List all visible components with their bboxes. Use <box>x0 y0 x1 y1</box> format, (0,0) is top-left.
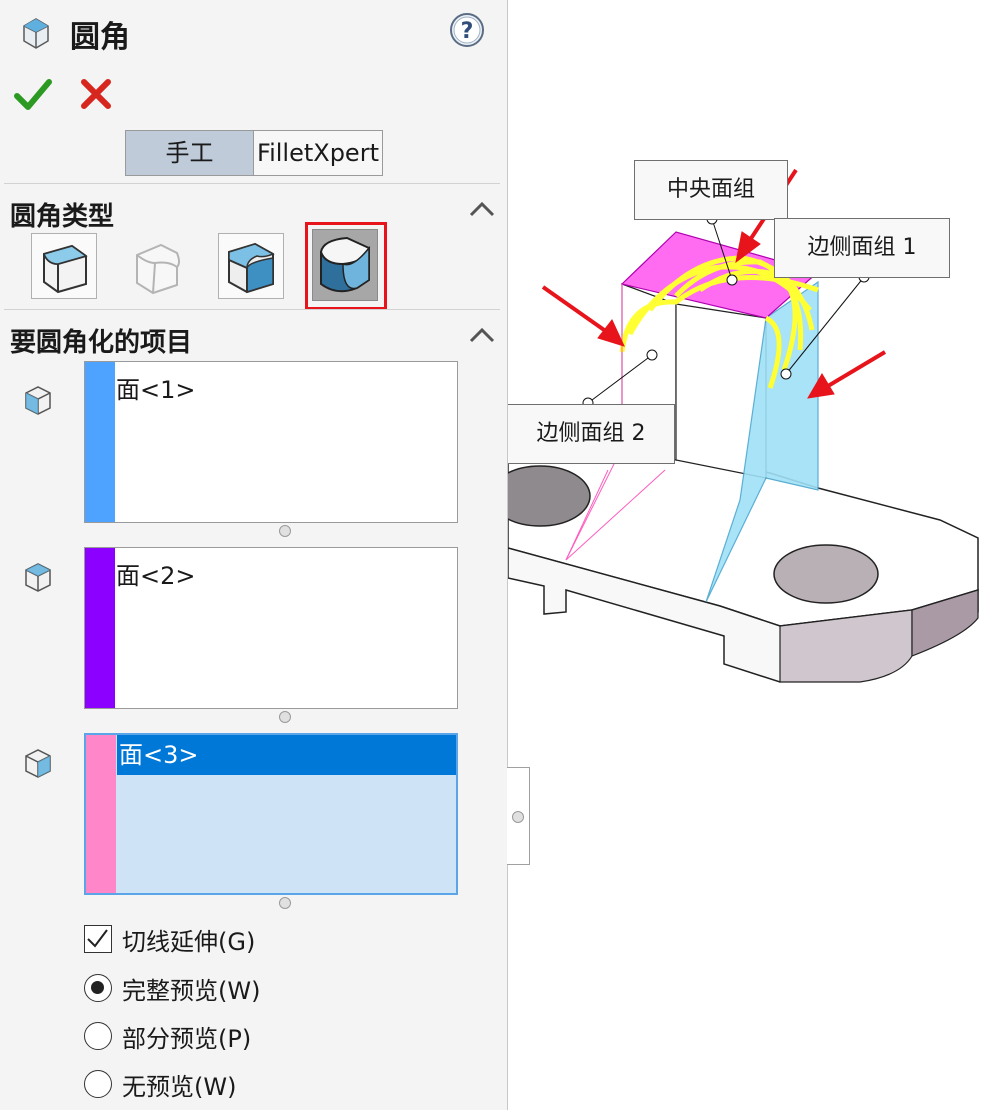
no-preview-radio[interactable] <box>84 1070 112 1098</box>
resize-grip[interactable] <box>279 525 291 537</box>
close-icon[interactable] <box>78 76 114 112</box>
fillet-type-section-title: 圆角类型 <box>10 202 115 232</box>
resize-grip[interactable] <box>279 711 291 723</box>
tab-filletxpert[interactable]: FilletXpert <box>254 131 382 175</box>
items-section-title: 要圆角化的项目 <box>10 328 193 358</box>
mode-tabs: 手工 FilletXpert <box>125 130 383 176</box>
mounting-hole-right <box>773 544 879 604</box>
variable-size-fillet-button[interactable] <box>125 233 189 297</box>
divider <box>4 309 500 310</box>
face-list-3[interactable]: 面<3> <box>84 733 458 895</box>
face-fillet-button[interactable] <box>218 233 284 299</box>
partial-preview-radio[interactable] <box>84 1022 112 1050</box>
resize-grip[interactable] <box>279 897 291 909</box>
selected-type-highlight <box>305 222 387 310</box>
side-face-set-1-icon <box>25 386 51 415</box>
center-face-set-icon <box>25 563 51 592</box>
constant-size-fillet-icon <box>42 244 88 294</box>
tangent-propagation-label: 切线延伸(G) <box>122 927 256 956</box>
callout-side-face-set-2: 边侧面组 2 <box>508 404 675 464</box>
partial-preview-option[interactable]: 部分预览(P) <box>84 1019 251 1053</box>
full-preview-radio[interactable] <box>84 974 112 1002</box>
checkmark-icon <box>87 929 108 948</box>
tab-manual[interactable]: 手工 <box>126 131 254 175</box>
side-face-set-2-icon <box>25 749 51 778</box>
divider <box>4 183 500 184</box>
collapse-chevron-icon[interactable] <box>468 326 496 344</box>
face-set-color-strip <box>85 548 115 708</box>
face-fillet-icon <box>228 242 275 294</box>
face-list-1[interactable]: 面<1> <box>84 361 458 523</box>
face-set-color-strip <box>85 362 115 522</box>
property-manager-panel: 圆角 ? 手工 FilletXpert 圆角类型 要圆角化的项目 面<1> 面<… <box>0 0 508 1110</box>
full-preview-option[interactable]: 完整预览(W) <box>84 971 260 1005</box>
face-set-color-strip <box>86 735 116 893</box>
partial-preview-label: 部分预览(P) <box>122 1024 252 1053</box>
tangent-propagation-option[interactable]: 切线延伸(G) <box>84 922 255 956</box>
list-item[interactable]: 面<1> <box>116 370 196 405</box>
checkmark-icon[interactable] <box>14 76 52 114</box>
no-preview-option[interactable]: 无预览(W) <box>84 1067 236 1101</box>
constant-size-fillet-button[interactable] <box>31 233 97 299</box>
collapse-chevron-icon[interactable] <box>468 200 496 218</box>
callout-side-face-set-1: 边侧面组 1 <box>774 218 950 278</box>
variable-size-fillet-icon <box>136 243 180 295</box>
svg-text:?: ? <box>461 19 474 44</box>
tangent-propagation-checkbox[interactable] <box>84 925 112 953</box>
no-preview-label: 无预览(W) <box>122 1072 237 1101</box>
fillet-feature-icon <box>23 18 49 49</box>
list-item[interactable]: 面<2> <box>116 556 196 591</box>
panel-title: 圆角 <box>70 20 130 55</box>
question-mark-icon[interactable]: ? <box>449 12 485 48</box>
panel-header: 圆角 ? <box>0 0 507 66</box>
full-preview-label: 完整预览(W) <box>122 976 261 1005</box>
selected-list-item[interactable]: 面<3> <box>117 735 456 775</box>
face-list-2[interactable]: 面<2> <box>84 547 458 709</box>
callout-center-face-set: 中央面组 <box>634 160 788 220</box>
